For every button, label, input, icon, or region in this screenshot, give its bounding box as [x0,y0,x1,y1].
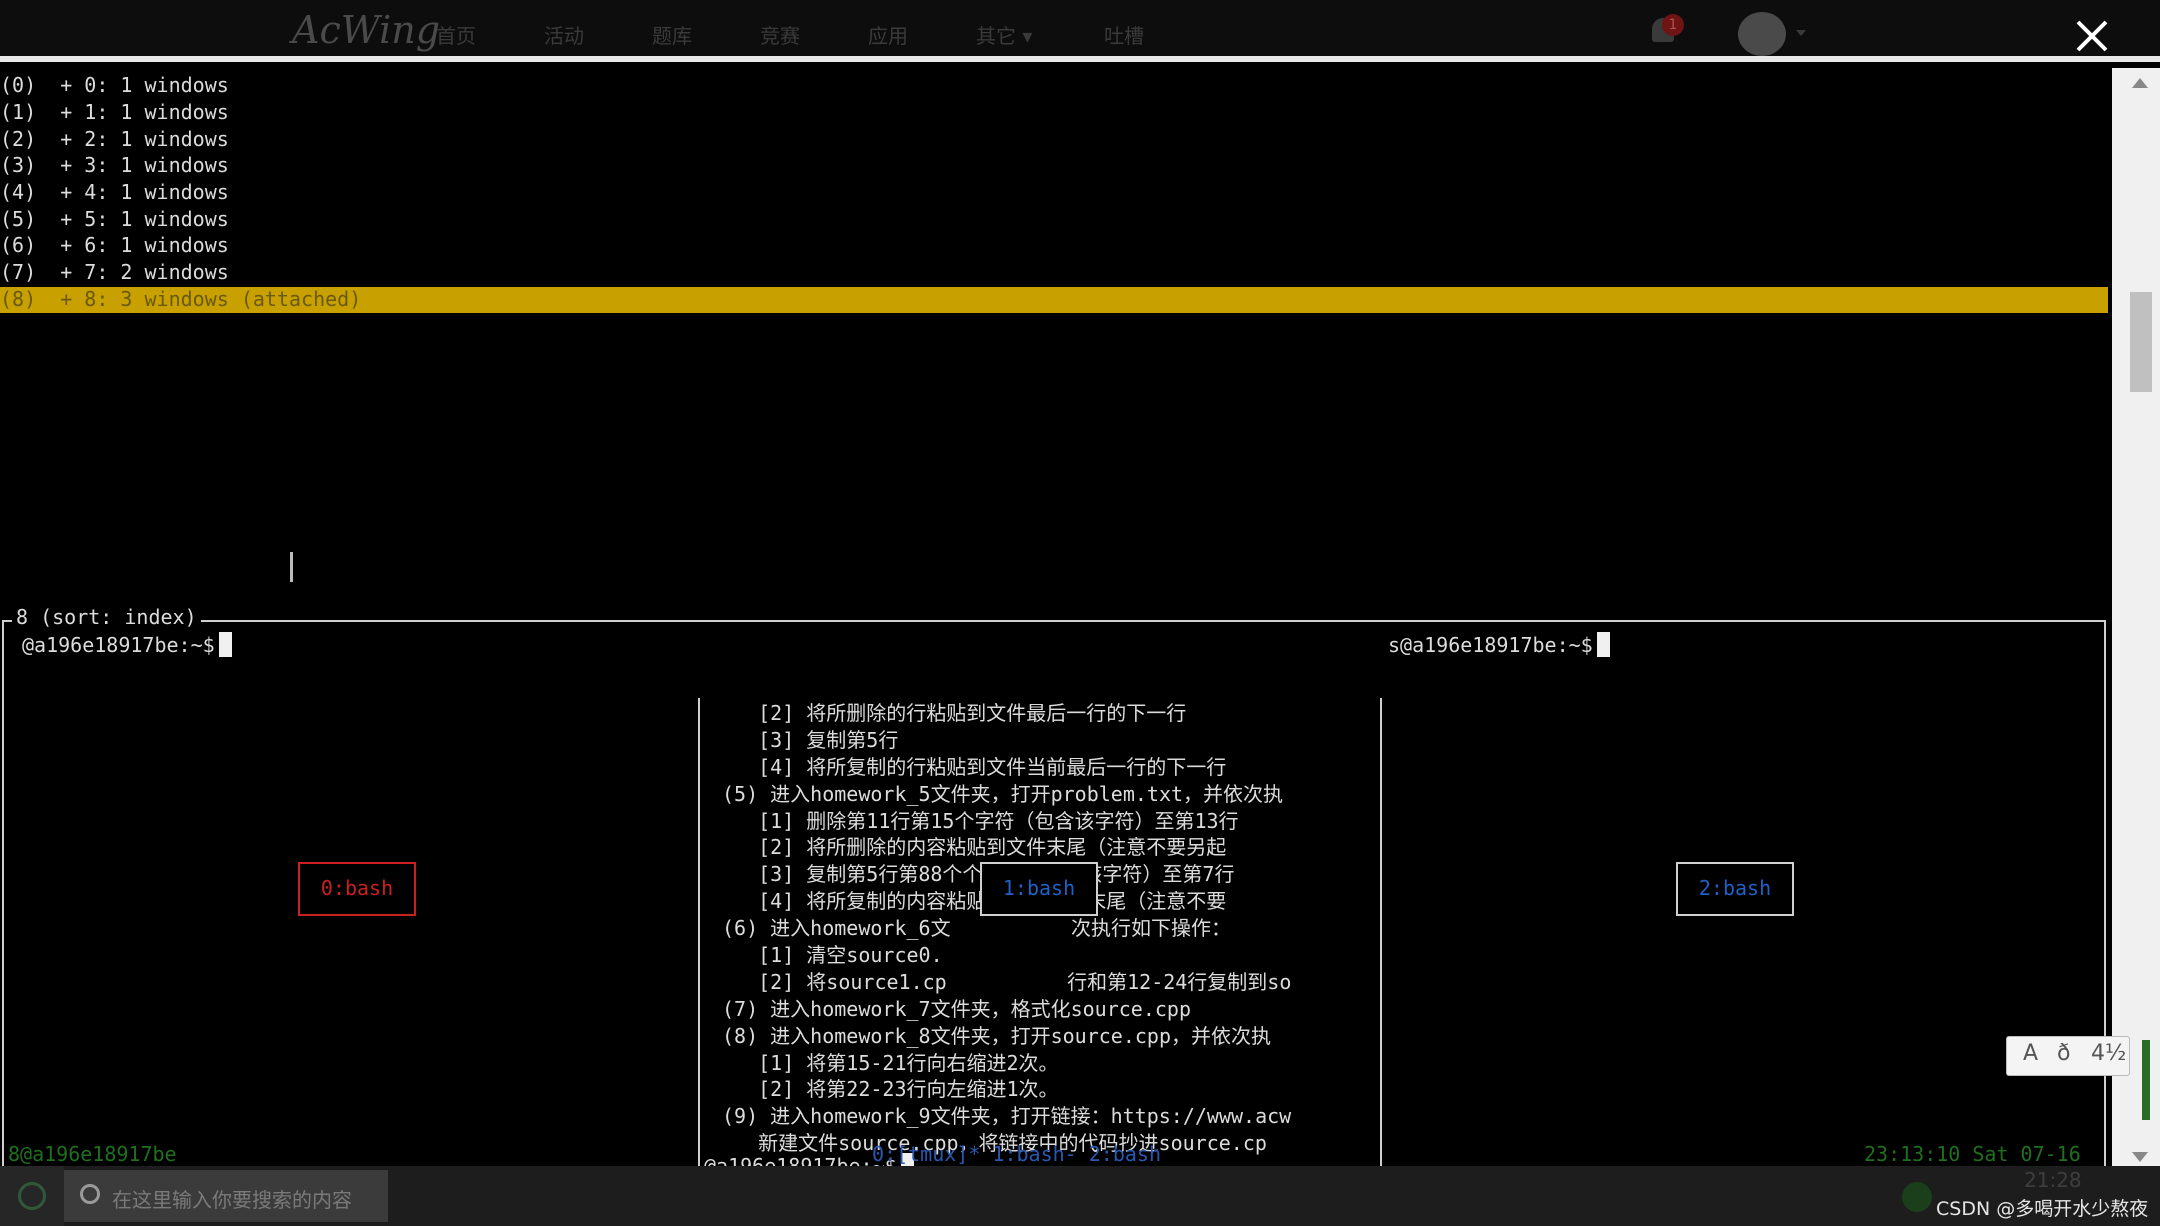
text-line: [1] 清空source0. [722,943,943,968]
session-row[interactable]: (6) + 6: 1 windows [0,232,229,259]
nav-item-more[interactable]: 其它 ▾ [976,20,1032,49]
scrollbar-thumb[interactable] [2130,292,2152,392]
text-line: [1] 删除第11行第15个字符（包含该字符）至第13行 [722,808,1239,833]
search-placeholder: 在这里输入你要搜索的内容 [112,1188,352,1212]
terminal-cursor [1596,632,1610,657]
window-label-0[interactable]: 0:bash [298,862,416,916]
session-row[interactable]: (4) + 4: 1 windows [0,179,229,206]
text-line: [1] 将第15-21行向右缩进2次。 [722,1050,1059,1075]
nav-item-problems[interactable]: 题库 [652,20,692,49]
text-cursor [290,552,293,582]
start-button[interactable] [0,1166,64,1226]
session-row[interactable]: (1) + 1: 1 windows [0,99,229,126]
taskbar: 在这里输入你要搜索的内容 21:28 CSDN @多喝开水少熬夜 [0,1166,2160,1226]
scrollbar[interactable] [2112,68,2160,1166]
ime-moon-icon[interactable]: ð [2057,1041,2070,1066]
search-icon [80,1184,100,1204]
session-row[interactable]: (5) + 5: 1 windows [0,206,229,233]
status-window-list[interactable]: 0:[tmux]* 1:bash- 2:bash [872,1140,1161,1168]
text-line: [2] 将第22-23行向左缩进1次。 [722,1077,1059,1102]
session-row[interactable]: (0) + 0: 1 windows [0,72,229,99]
session-row-selected[interactable]: (8) + 8: 3 windows (attached) [0,287,2108,313]
text-line: (5) 进入homework_5文件夹，打开problem.txt，并依次执 [722,781,1284,806]
top-nav: AcWing 首页 活动 题库 竞赛 应用 其它 ▾ 吐槽 1 [0,0,2160,62]
window-label-2[interactable]: 2:bash [1676,862,1794,916]
chevron-down-icon[interactable] [1796,30,1806,36]
prompt-text: s@a196e18917be:~$ [1388,633,1593,657]
tmux-status-bar: 8@a196e18917be 0:[tmux]* 1:bash- 2:bash … [0,1140,2112,1168]
session-row[interactable]: (2) + 2: 1 windows [0,126,229,153]
pane-1-content: [2] 将所删除的行粘贴到文件最后一行的下一行 [3] 复制第5行 [4] 将所… [722,700,1380,1157]
text-line: [3] 复制第5行 [722,727,899,752]
ime-width-icon[interactable]: 4½ [2091,1041,2126,1066]
text-line: [2] 将source1.cp 行和第12-24行复制到so [722,969,1292,994]
preview-title: 8 (sort: index) [12,604,201,630]
nav-item-activities[interactable]: 活动 [544,20,584,49]
close-icon[interactable] [2070,14,2114,58]
pane-2-prompt[interactable]: s@a196e18917be:~$ [1388,632,1610,659]
session-row-label: (8) + 8: 3 windows (attached) [0,287,362,311]
text-line: (6) 进入homework_6文 次执行如下操作： [722,916,1231,941]
status-clock: 23:13:10 Sat 07-16 [1864,1142,2081,1166]
ime-grip[interactable] [2142,1040,2150,1120]
notification-badge: 1 [1662,14,1684,36]
prompt-text: @a196e18917be:~$ [22,633,215,657]
taskbar-search[interactable]: 在这里输入你要搜索的内容 [64,1170,388,1222]
terminal-cursor [218,632,232,657]
brand-logo[interactable]: AcWing [292,8,440,52]
session-row[interactable]: (3) + 3: 1 windows [0,152,229,179]
nav-item-contests[interactable]: 竞赛 [760,20,800,49]
status-host: 8@a196e18917be [8,1142,177,1166]
pane-divider [1380,698,1382,1184]
text-line: [4] 将所复制的行粘贴到文件当前最后一行的下一行 [722,754,1227,779]
nav-item-feedback[interactable]: 吐槽 [1104,20,1144,49]
tray-app-icon[interactable] [1902,1182,1932,1212]
pane-0-prompt[interactable]: @a196e18917be:~$ [22,632,232,659]
text-line: [2] 将所删除的内容粘贴到文件末尾（注意不要另起 [722,835,1227,860]
session-row[interactable]: (7) + 7: 2 windows [0,259,229,286]
text-line: (7) 进入homework_7文件夹，格式化source.cpp [722,996,1191,1021]
text-line: (8) 进入homework_8文件夹，打开source.cpp，并依次执 [722,1023,1271,1048]
watermark: CSDN @多喝开水少熬夜 [1932,1194,2153,1221]
window-label-1[interactable]: 1:bash [980,862,1098,916]
ime-mode-icon[interactable]: A [2023,1041,2038,1066]
pane-divider [698,698,700,1184]
nav-item-home[interactable]: 首页 [436,20,476,49]
terminal[interactable]: (0) + 0: 1 windows (1) + 1: 1 windows (2… [0,68,2112,1198]
taskbar-clock[interactable]: 21:28 [2024,1168,2082,1192]
nav-item-apps[interactable]: 应用 [868,20,908,49]
avatar[interactable] [1738,12,1786,56]
text-line: [2] 将所删除的行粘贴到文件最后一行的下一行 [722,701,1187,725]
text-line: (9) 进入homework_9文件夹，打开链接：https://www.acw [722,1104,1292,1129]
scroll-up-icon[interactable] [2132,78,2148,88]
scroll-down-icon[interactable] [2132,1152,2148,1162]
ime-toolbar[interactable]: A ð 4½ [2006,1036,2130,1076]
start-icon [18,1182,46,1210]
